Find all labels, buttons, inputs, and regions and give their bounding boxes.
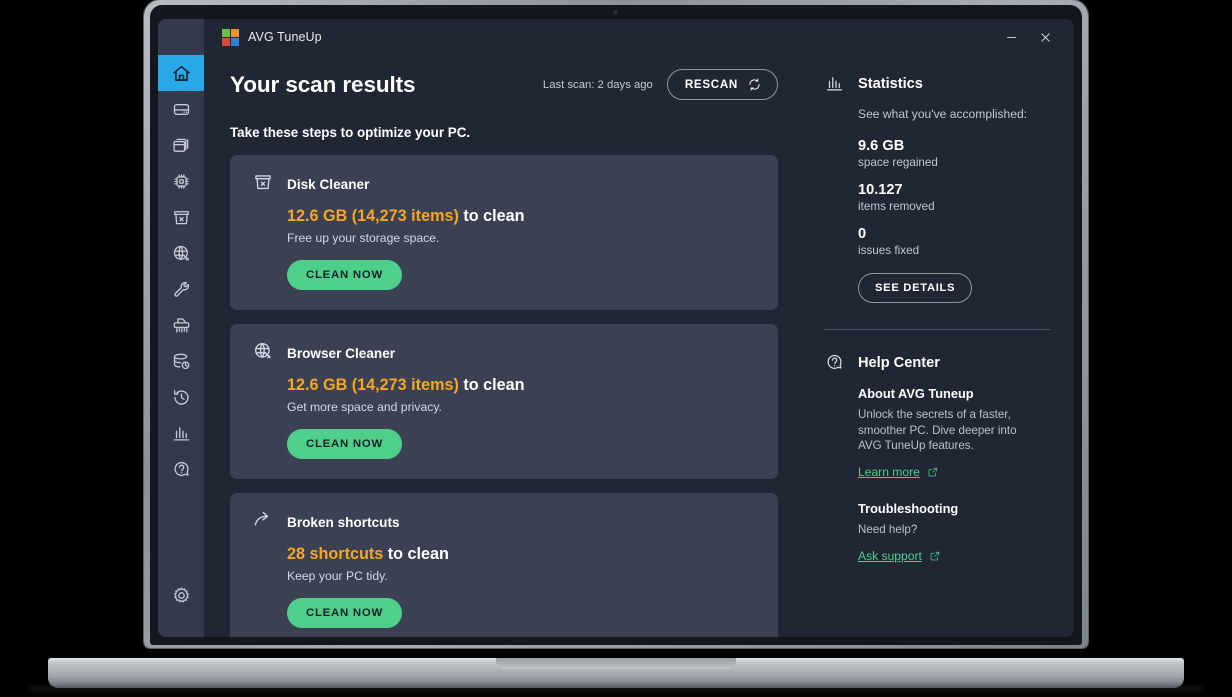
- section-subtitle: Take these steps to optimize your PC.: [230, 125, 471, 140]
- sidebar-item-tools[interactable]: [158, 271, 204, 307]
- card-header: Broken shortcuts: [252, 509, 756, 536]
- external-link-icon: [930, 551, 939, 560]
- sidebar-item-browser-cleaner[interactable]: [158, 235, 204, 271]
- question-bubble-icon: [827, 354, 842, 369]
- help-text: Unlock the secrets of a faster, smoother…: [858, 408, 1017, 453]
- refresh-icon: [749, 78, 760, 91]
- side-panel: Statistics See what you've accomplished:…: [804, 55, 1074, 637]
- card-metric-amount: 12.6 GB (14,273 items): [287, 376, 459, 394]
- help-center-header: Help Center: [824, 352, 1050, 373]
- laptop-base: [48, 658, 1184, 688]
- stat-value: 0: [858, 226, 867, 242]
- close-button[interactable]: [1030, 24, 1060, 50]
- card-metric-suffix: to clean: [458, 207, 525, 225]
- rescan-button[interactable]: RESCAN: [666, 69, 778, 100]
- clean-now-button-disk-cleaner[interactable]: CLEAN NOW: [287, 260, 402, 290]
- main-column: Your scan results Last scan: 2 days ago …: [204, 55, 804, 637]
- card-metric: 12.6 GB (14,273 items) to clean: [287, 376, 756, 395]
- webcam-icon: [613, 10, 618, 15]
- sidebar-item-backup[interactable]: [158, 343, 204, 379]
- page-title: Your scan results: [230, 71, 416, 97]
- panel-divider: [824, 329, 1050, 330]
- stat-value: 10.127: [858, 182, 903, 198]
- stat-items-removed: 10.127 items removed: [858, 182, 1050, 213]
- sidebar-item-home[interactable]: [158, 55, 204, 91]
- card-metric-suffix: to clean: [458, 376, 525, 394]
- content-area: Your scan results Last scan: 2 days ago …: [204, 55, 1074, 637]
- card-description: Keep your PC tidy.: [287, 569, 388, 583]
- ask-support-label: Ask support: [858, 548, 922, 563]
- stat-issues-fixed: 0 issues fixed: [858, 226, 1050, 257]
- bar-chart-icon: [826, 77, 843, 91]
- shortcut-arrow-icon: [252, 509, 274, 536]
- card-metric: 12.6 GB (14,273 items) to clean: [287, 207, 756, 226]
- sidebar-item-performance[interactable]: [158, 163, 204, 199]
- sidebar-item-settings[interactable]: [158, 577, 204, 613]
- stat-space-regained: 9.6 GB space regained: [858, 138, 1050, 169]
- globe-cursor-icon: [252, 340, 274, 367]
- laptop-frame: AVG TuneUp Your scan results Last scan: …: [0, 0, 1232, 697]
- card-browser-cleaner: Browser Cleaner 12.6 GB (14,273 items) t…: [230, 324, 778, 479]
- see-details-button[interactable]: SEE DETAILS: [858, 273, 973, 303]
- sidebar-item-help[interactable]: [158, 451, 204, 487]
- stat-label: items removed: [858, 200, 935, 213]
- sidebar-item-statistics[interactable]: [158, 415, 204, 451]
- help-block-troubleshooting: Troubleshooting Need help? Ask support: [858, 501, 1050, 565]
- minimize-button[interactable]: [996, 24, 1026, 50]
- sidebar-item-disk-cleaner[interactable]: [158, 199, 204, 235]
- window-body: AVG TuneUp Your scan results Last scan: …: [204, 19, 1074, 637]
- card-title: Browser Cleaner: [287, 346, 396, 361]
- statistics-title: Statistics: [858, 75, 923, 92]
- clean-now-button-broken-shortcuts[interactable]: CLEAN NOW: [287, 598, 402, 628]
- ask-support-link[interactable]: Ask support: [858, 549, 941, 563]
- card-metric: 28 shortcuts to clean: [287, 545, 756, 564]
- laptop-shadow: [30, 686, 1202, 695]
- help-block-about: About AVG Tuneup Unlock the secrets of a…: [858, 386, 1050, 481]
- card-title: Disk Cleaner: [287, 177, 370, 192]
- sidebar-item-disk[interactable]: [158, 91, 204, 127]
- card-broken-shortcuts: Broken shortcuts 28 shortcuts to clean K…: [230, 493, 778, 637]
- stat-label: issues fixed: [858, 244, 920, 257]
- card-description: Free up your storage space.: [287, 231, 440, 245]
- card-metric-amount: 28 shortcuts: [287, 545, 384, 563]
- statistics-header: Statistics: [824, 73, 1050, 94]
- sidebar-item-programs[interactable]: [158, 127, 204, 163]
- card-metric-suffix: to clean: [383, 545, 449, 563]
- sidebar-nav: [158, 19, 204, 637]
- window-controls: [996, 24, 1060, 50]
- rescan-button-label: RESCAN: [684, 78, 738, 91]
- card-metric-amount: 12.6 GB (14,273 items): [287, 207, 459, 225]
- title-bar: AVG TuneUp: [204, 19, 1074, 55]
- app-window: AVG TuneUp Your scan results Last scan: …: [158, 19, 1074, 637]
- help-heading: Troubleshooting: [858, 500, 959, 516]
- avg-logo-icon: [222, 28, 239, 46]
- help-center-title: Help Center: [858, 354, 940, 371]
- card-title: Broken shortcuts: [287, 515, 400, 530]
- card-disk-cleaner: Disk Cleaner 12.6 GB (14,273 items) to c…: [230, 155, 778, 310]
- clean-now-button-browser-cleaner[interactable]: CLEAN NOW: [287, 429, 402, 459]
- last-scan-label: Last scan: 2 days ago: [542, 78, 653, 91]
- help-heading: About AVG Tuneup: [858, 386, 974, 401]
- learn-more-label: Learn more: [858, 464, 920, 479]
- external-link-icon: [928, 467, 937, 477]
- page-header-actions: Last scan: 2 days ago RESCAN: [543, 69, 778, 100]
- card-header: Disk Cleaner: [252, 171, 756, 198]
- sidebar-item-shredder[interactable]: [158, 307, 204, 343]
- card-header: Browser Cleaner: [252, 340, 756, 367]
- stat-label: space regained: [858, 156, 938, 169]
- trash-bin-icon: [252, 171, 274, 198]
- help-text: Need help?: [858, 522, 918, 536]
- page-header: Your scan results Last scan: 2 days ago …: [230, 69, 778, 100]
- stat-value: 9.6 GB: [858, 138, 905, 154]
- app-title: AVG TuneUp: [248, 30, 322, 44]
- card-description: Get more space and privacy.: [287, 400, 442, 414]
- sidebar-item-history[interactable]: [158, 379, 204, 415]
- statistics-subtitle: See what you've accomplished:: [858, 107, 1028, 121]
- learn-more-link[interactable]: Learn more: [858, 465, 939, 479]
